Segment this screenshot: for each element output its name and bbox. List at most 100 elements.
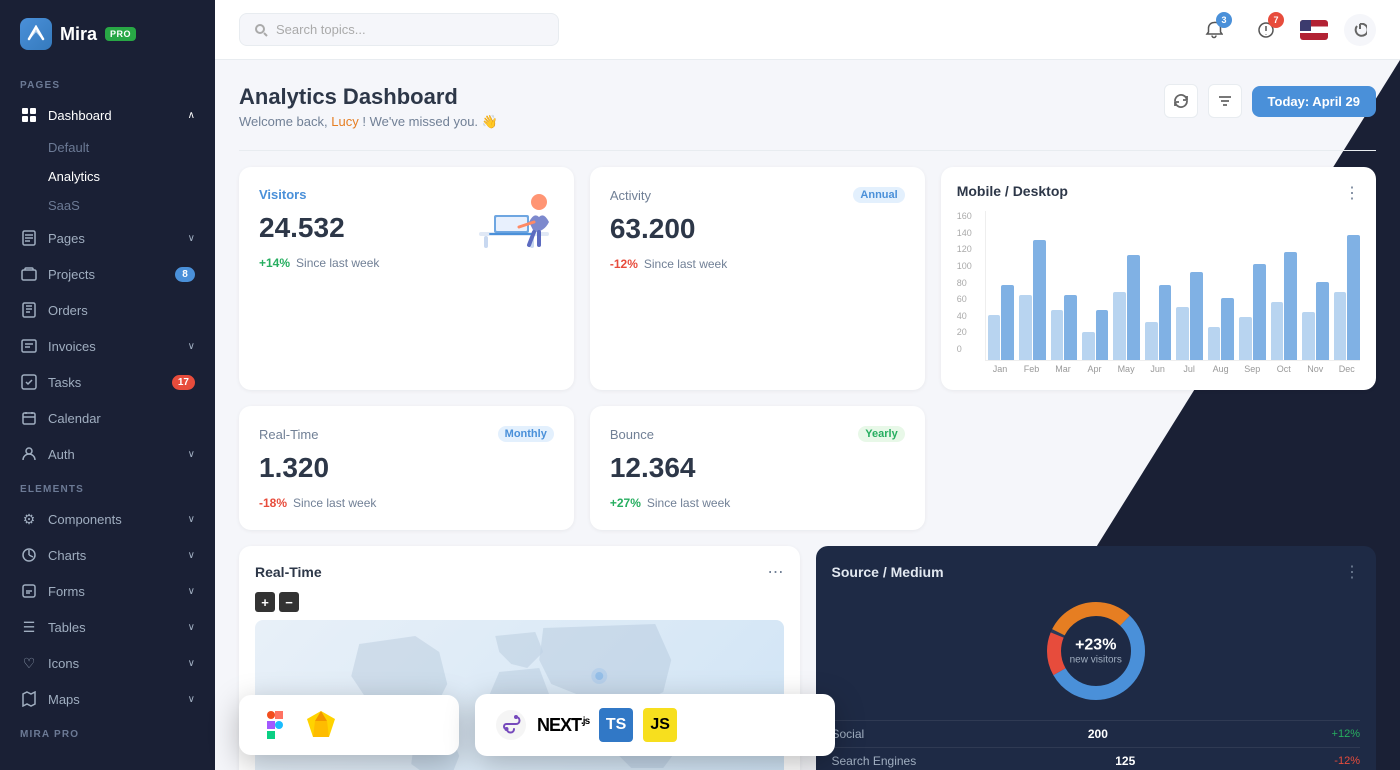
activity-footer: -12% Since last week: [610, 257, 905, 271]
forms-icon: [20, 582, 38, 600]
refresh-button[interactable]: [1164, 84, 1198, 118]
sidebar-sub-analytics[interactable]: Analytics: [0, 162, 215, 191]
month-jan: Jan: [987, 364, 1014, 374]
tables-icon: ☰: [20, 618, 38, 636]
bar-oct-dark: [1271, 302, 1284, 360]
subtitle-name: Lucy: [331, 114, 358, 129]
source-search-name: Search Engines: [832, 754, 917, 768]
sidebar-item-components[interactable]: ⚙ Components ∨: [0, 501, 215, 537]
month-dec: Dec: [1334, 364, 1361, 374]
sidebar-item-dashboard[interactable]: Dashboard ∧: [0, 97, 215, 133]
map-controls: + −: [255, 592, 784, 612]
invoices-label: Invoices: [48, 339, 96, 354]
pages-label: Pages: [48, 231, 85, 246]
zoom-out-button[interactable]: −: [279, 592, 299, 612]
map-title: Real-Time: [255, 564, 322, 580]
page-header: Analytics Dashboard Welcome back, Lucy !…: [239, 84, 1376, 130]
sidebar-item-calendar[interactable]: Calendar: [0, 400, 215, 436]
charts-icon: [20, 546, 38, 564]
search-placeholder: Search topics...: [276, 22, 366, 37]
sidebar-item-orders[interactable]: Orders: [0, 292, 215, 328]
alerts-button[interactable]: 7: [1248, 12, 1284, 48]
sidebar-item-maps[interactable]: Maps ∨: [0, 681, 215, 717]
visitors-change: +14%: [259, 256, 290, 270]
sidebar-item-projects[interactable]: Projects 8: [0, 256, 215, 292]
notifications-button[interactable]: 3: [1196, 12, 1232, 48]
source-title: Source / Medium: [832, 564, 944, 580]
source-menu[interactable]: ⋮: [1344, 562, 1360, 582]
sidebar-item-auth[interactable]: Auth ∨: [0, 436, 215, 472]
bar-nov-dark: [1302, 312, 1315, 360]
logo[interactable]: Mira PRO: [0, 0, 215, 68]
bar-apr-light: [1096, 310, 1109, 360]
y-axis: 160140120100806040200: [957, 211, 972, 354]
app-name: Mira: [60, 24, 97, 45]
filter-button[interactable]: [1208, 84, 1242, 118]
projects-icon: [20, 265, 38, 283]
bar-may-dark: [1113, 292, 1126, 360]
figma-icon: [259, 709, 291, 741]
month-mar: Mar: [1050, 364, 1077, 374]
activity-change: -12%: [610, 257, 638, 271]
header: Search topics... 3 7: [215, 0, 1400, 60]
activity-label: Activity: [610, 188, 651, 203]
sidebar-item-pages[interactable]: Pages ∨: [0, 220, 215, 256]
power-button[interactable]: [1344, 14, 1376, 46]
icons-label: Icons: [48, 656, 79, 671]
calendar-icon: [20, 409, 38, 427]
auth-chevron: ∨: [188, 449, 195, 460]
calendar-label: Calendar: [48, 411, 101, 426]
bar-group-jan: [988, 285, 1014, 360]
month-feb: Feb: [1018, 364, 1045, 374]
sidebar-item-tasks[interactable]: Tasks 17: [0, 364, 215, 400]
donut-center: +23% new visitors: [1070, 637, 1122, 666]
dashboard-label: Dashboard: [48, 108, 112, 123]
sidebar-item-charts[interactable]: Charts ∨: [0, 537, 215, 573]
pages-section-label: PAGES: [0, 68, 215, 97]
bar-apr-dark: [1082, 332, 1095, 360]
bar-mar-light: [1064, 295, 1077, 360]
redux-icon: [495, 709, 527, 741]
month-jul: Jul: [1176, 364, 1203, 374]
sidebar-item-forms[interactable]: Forms ∨: [0, 573, 215, 609]
maps-label: Maps: [48, 692, 80, 707]
activity-since: Since last week: [644, 257, 727, 271]
page-header-actions: Today: April 29: [1164, 84, 1376, 118]
bounce-change: +27%: [610, 496, 641, 510]
sidebar-sub-default[interactable]: Default: [0, 133, 215, 162]
sidebar-sub-saas[interactable]: SaaS: [0, 191, 215, 220]
invoices-chevron: ∨: [188, 341, 195, 352]
bar-group-feb: [1019, 240, 1045, 360]
sidebar-item-tables[interactable]: ☰ Tables ∨: [0, 609, 215, 645]
icons-chevron: ∨: [188, 658, 195, 669]
bar-group-sep: [1239, 264, 1265, 360]
page-title-area: Analytics Dashboard Welcome back, Lucy !…: [239, 84, 1164, 130]
language-flag[interactable]: [1300, 20, 1328, 40]
date-button[interactable]: Today: April 29: [1252, 86, 1376, 117]
mobile-desktop-title: Mobile / Desktop: [957, 183, 1068, 199]
logo-icon: [20, 18, 52, 50]
bounce-badge: Yearly: [858, 426, 904, 442]
zoom-in-button[interactable]: +: [255, 592, 275, 612]
main-area: Search topics... 3 7: [215, 0, 1400, 770]
month-apr: Apr: [1081, 364, 1108, 374]
figma-sketch-card: [239, 695, 459, 755]
bounce-since: Since last week: [647, 496, 730, 510]
bar-jan-dark: [988, 315, 1001, 360]
bar-chart-bars: [985, 211, 1360, 361]
mobile-desktop-card: Mobile / Desktop ⋮ 160140120100806040200: [941, 167, 1376, 390]
donut-percent: +23%: [1070, 637, 1122, 655]
bounce-footer: +27% Since last week: [610, 496, 905, 510]
search-box[interactable]: Search topics...: [239, 13, 559, 46]
sidebar-item-invoices[interactable]: Invoices ∨: [0, 328, 215, 364]
bar-dec-dark: [1334, 292, 1347, 360]
bar-group-aug: [1208, 298, 1234, 360]
bar-aug-light: [1221, 298, 1234, 360]
sidebar-item-icons[interactable]: ♡ Icons ∨: [0, 645, 215, 681]
mobile-desktop-menu[interactable]: ⋮: [1344, 183, 1360, 203]
realtime-label: Real-Time: [259, 427, 318, 442]
bar-group-dec: [1334, 235, 1360, 360]
map-menu[interactable]: ⋯: [768, 562, 784, 582]
auth-icon: [20, 445, 38, 463]
tasks-label: Tasks: [48, 375, 81, 390]
